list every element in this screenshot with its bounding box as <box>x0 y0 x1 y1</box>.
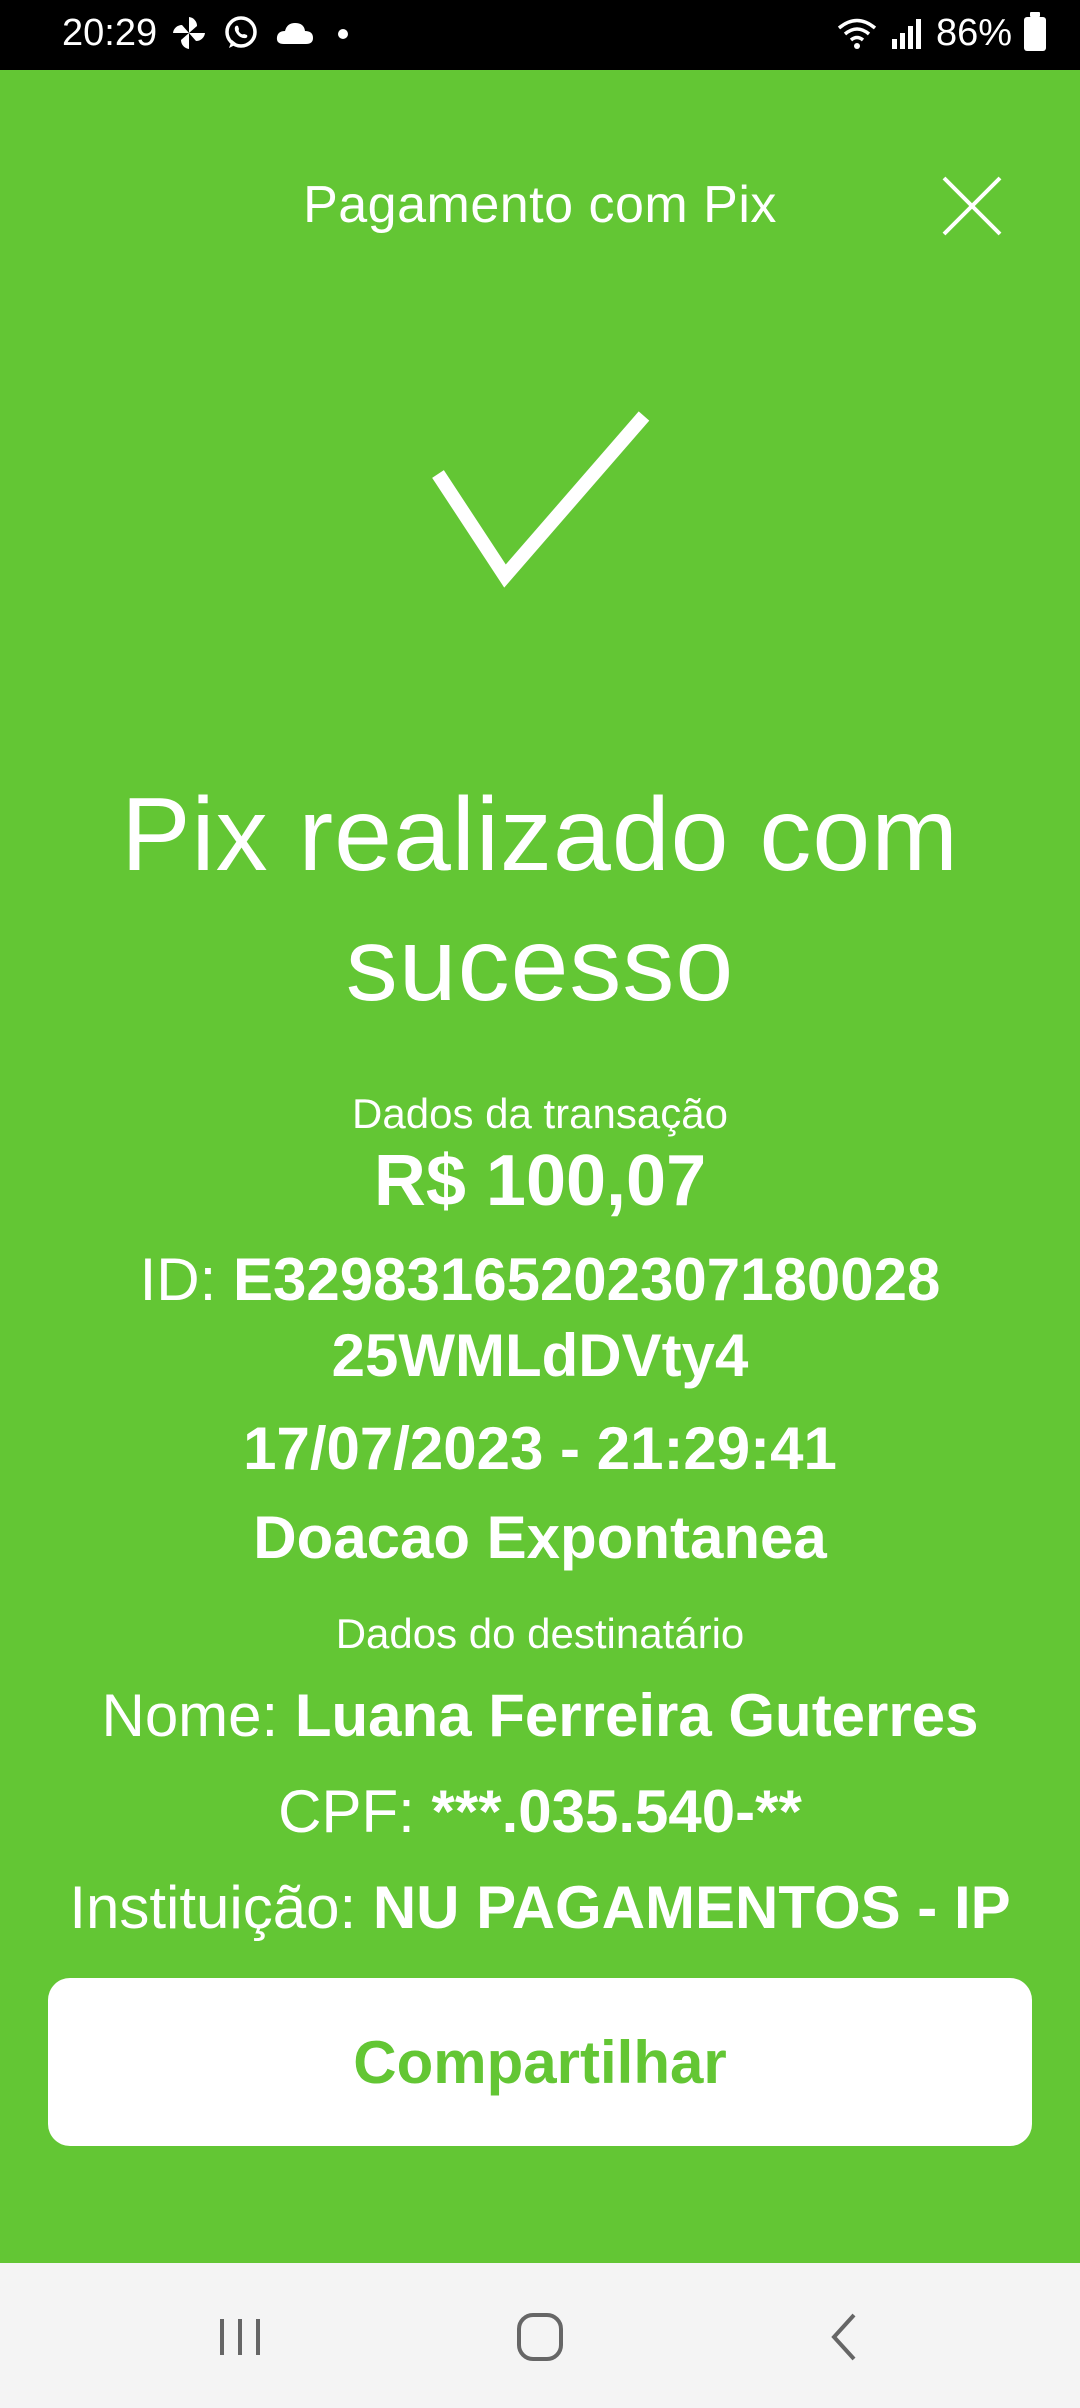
transaction-datetime: 17/07/2023 - 21:29:41 <box>243 1415 837 1482</box>
transaction-section-label: Dados da transação <box>352 1090 728 1137</box>
home-icon[interactable] <box>505 2307 575 2367</box>
success-title: Pix realizado com sucesso <box>121 777 959 1023</box>
battery-icon <box>1024 11 1046 51</box>
signal-icon <box>891 18 921 49</box>
pinwheel-icon <box>173 17 205 49</box>
recipient-institution-value: NU PAGAMENTOS - IP <box>372 1874 1011 1941</box>
recipient-cpf-label: CPF: <box>278 1778 415 1845</box>
transaction-id-label: ID: <box>139 1246 217 1313</box>
close-icon[interactable] <box>940 174 1004 238</box>
transaction-description: Doacao Expontanea <box>253 1504 827 1571</box>
cloud-icon <box>276 23 313 44</box>
back-icon[interactable] <box>810 2307 880 2367</box>
recipient-name: Nome: Luana Ferreira Guterres <box>0 1678 1080 1754</box>
battery-percent: 86% <box>935 12 1012 54</box>
recents-icon[interactable] <box>205 2307 275 2367</box>
pix-receipt-screen: Pagamento com Pix Pix realizado com suce… <box>0 70 1080 2263</box>
system-nav-bar <box>0 2263 1080 2408</box>
recipient-institution-label: Instituição: <box>69 1874 357 1941</box>
system-icons: 86% <box>836 11 1046 55</box>
recipient-institution: Instituição: NU PAGAMENTOS - IP <box>0 1870 1080 1946</box>
recipient-name-label: Nome: <box>101 1682 279 1749</box>
recipient-cpf-value: ***.035.540-** <box>431 1778 802 1845</box>
share-button[interactable]: Compartilhar <box>48 1978 1032 2146</box>
whatsapp-icon <box>225 16 257 48</box>
page-title: Pagamento com Pix <box>303 176 777 234</box>
transaction-id: ID: E32983165202307180028 25WMLdDVty4 <box>0 1242 1080 1394</box>
recipient-cpf: CPF: ***.035.540-** <box>0 1774 1080 1850</box>
wifi-icon <box>837 18 877 49</box>
status-time: 20:29 <box>62 12 158 54</box>
status-bar: 20:29 86% <box>0 0 1080 70</box>
recipient-section-label: Dados do destinatário <box>335 1610 745 1657</box>
receipt-details: Dados da transação R$ 100,07 ID: E329831… <box>0 1090 1080 2010</box>
checkmark-icon <box>432 411 650 588</box>
notification-icons <box>170 14 356 52</box>
dot-icon <box>338 29 348 39</box>
transaction-id-value: E32983165202307180028 25WMLdDVty4 <box>232 1246 941 1389</box>
recipient-name-value: Luana Ferreira Guterres <box>294 1682 979 1749</box>
transaction-amount: R$ 100,07 <box>373 1141 707 1221</box>
